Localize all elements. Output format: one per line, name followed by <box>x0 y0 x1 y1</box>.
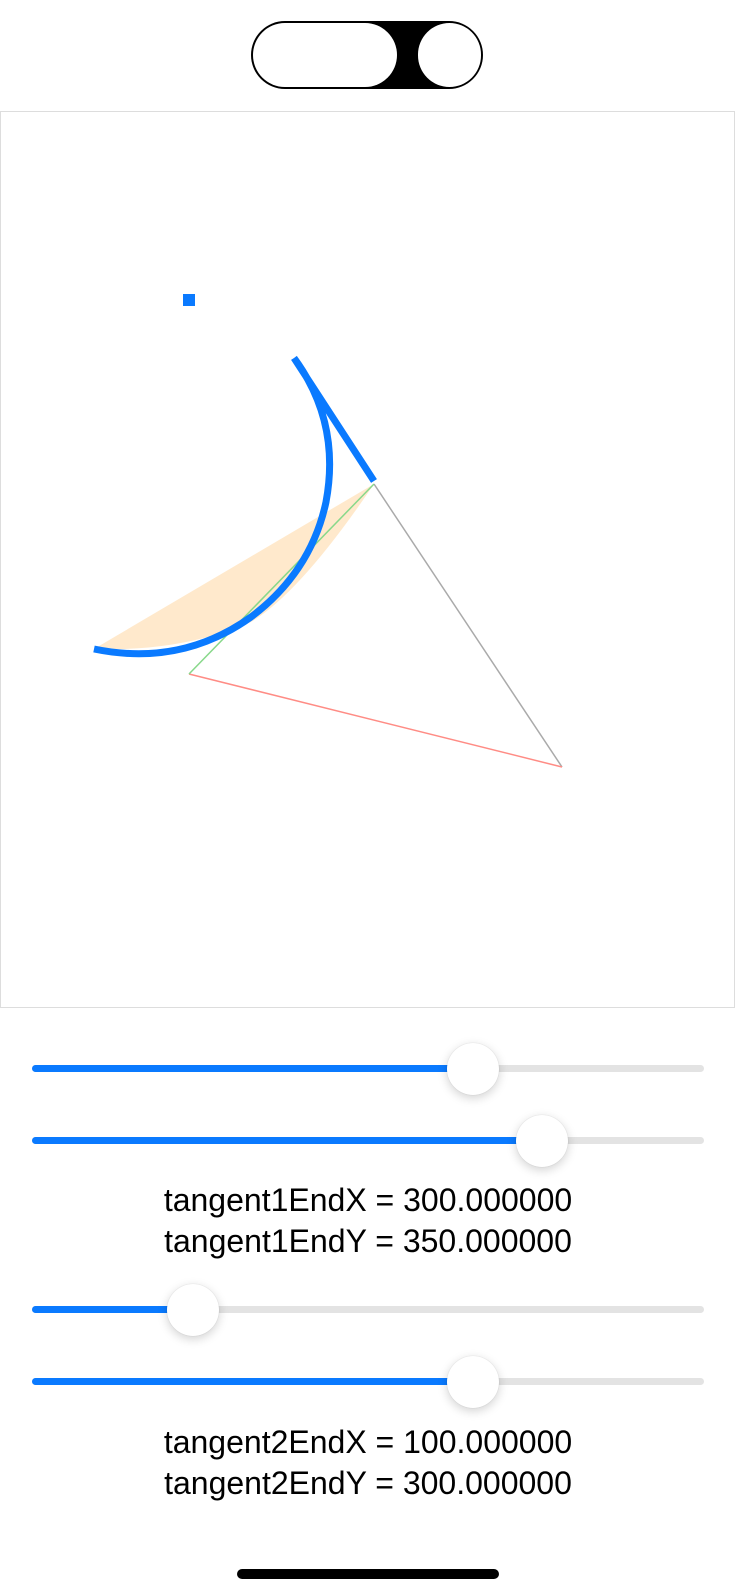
tangent1-end-x-slider[interactable] <box>32 1041 704 1095</box>
tangent2-line <box>188 673 563 768</box>
arc-diagram <box>93 294 563 768</box>
slider-fill <box>32 1137 542 1144</box>
slider-thumb[interactable] <box>447 1356 499 1408</box>
tangent1-end-x-label: tangent1EndX = 300.000000 <box>163 1182 573 1218</box>
slider-thumb[interactable] <box>516 1115 568 1167</box>
tangent1-end-y-slider[interactable] <box>32 1113 704 1167</box>
tangent2-end-x-label: tangent2EndX = 100.000000 <box>163 1424 573 1460</box>
tangent1-end-y-label: tangent1EndY = 350.000000 <box>164 1223 572 1259</box>
tangent1-line <box>373 483 563 768</box>
tangent2-end-y-slider[interactable] <box>32 1354 704 1408</box>
tangent2-end-y-label: tangent2EndY = 300.000000 <box>164 1465 572 1501</box>
tangent2-end-x-slider[interactable] <box>32 1282 704 1336</box>
segment-option-1[interactable] <box>253 23 397 87</box>
segmented-control[interactable] <box>251 21 483 89</box>
slider-fill <box>32 1378 473 1385</box>
slider-fill <box>32 1065 473 1072</box>
home-indicator[interactable] <box>237 1569 499 1579</box>
segment-option-2[interactable] <box>418 23 481 87</box>
slider-thumb[interactable] <box>447 1043 499 1095</box>
slider-thumb[interactable] <box>167 1284 219 1336</box>
start-point-marker[interactable] <box>183 294 195 306</box>
drawing-canvas <box>0 111 735 1008</box>
